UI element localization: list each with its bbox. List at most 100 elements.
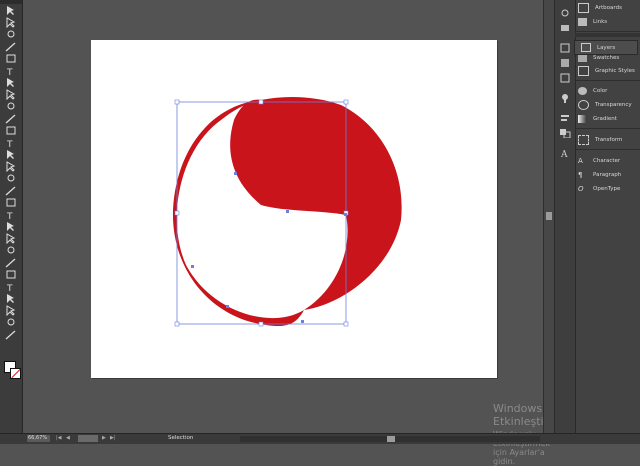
panel-paragraph[interactable]: ¶ Paragraph: [578, 169, 621, 181]
dock-type-icon[interactable]: A: [559, 143, 571, 160]
panel-character-label: Character: [593, 158, 621, 164]
paragraph-icon: ¶: [578, 171, 583, 179]
eraser-tool-icon[interactable]: T: [4, 137, 18, 148]
rotate-tool-icon[interactable]: [4, 149, 18, 160]
panel-opentype[interactable]: O OpenType: [578, 183, 620, 195]
panels-header-bar[interactable]: [575, 33, 640, 37]
dock-pathfinder-icon[interactable]: [559, 123, 571, 139]
layers-icon: [581, 43, 591, 52]
dock-links-icon[interactable]: [559, 18, 571, 31]
blob-brush-tool-icon[interactable]: [4, 125, 18, 136]
mesh-tool-icon[interactable]: [4, 221, 18, 232]
artboard-number-field[interactable]: [78, 435, 98, 442]
svg-text:T: T: [6, 140, 13, 148]
panel-color[interactable]: Color: [578, 85, 607, 97]
horizontal-scrollbar[interactable]: [240, 436, 540, 442]
prev-artboard-icon[interactable]: ◀: [66, 435, 70, 442]
gradient-tool-icon[interactable]: [4, 233, 18, 244]
svg-text:T: T: [6, 68, 13, 76]
panel-graphic-styles-label: Graphic Styles: [595, 68, 635, 74]
tools-panel: T T T T: [0, 0, 23, 433]
tools-panel-grip[interactable]: [0, 0, 22, 4]
layers-panel-tab[interactable]: Layers: [574, 40, 638, 55]
panel-transparency[interactable]: Transparency: [578, 99, 632, 111]
pencil-tool-icon[interactable]: [4, 113, 18, 124]
vertical-scrollbar[interactable]: [543, 0, 554, 433]
rectangle-tool-icon[interactable]: [4, 89, 18, 100]
panel-character[interactable]: A Character: [578, 155, 620, 167]
lasso-tool-icon[interactable]: [4, 41, 18, 52]
panels-column: Artboards Links Swatches Graphic Styles …: [575, 0, 640, 443]
line-tool-icon[interactable]: [4, 77, 18, 88]
layers-panel-label: Layers: [597, 44, 616, 51]
dock-artboards-icon[interactable]: [559, 3, 571, 17]
panel-opentype-label: OpenType: [593, 186, 621, 192]
magic-wand-tool-icon[interactable]: [4, 29, 18, 40]
svg-text:T: T: [6, 284, 13, 292]
panel-links[interactable]: Links: [578, 16, 607, 28]
panel-icon-dock: A: [554, 0, 575, 443]
panel-gradient-label: Gradient: [593, 116, 617, 122]
current-tool-status[interactable]: Selection: [168, 435, 193, 442]
panel-transparency-label: Transparency: [595, 102, 632, 108]
svg-text:T: T: [6, 212, 13, 220]
type-tool-icon[interactable]: T: [4, 65, 18, 76]
free-transform-tool-icon[interactable]: [4, 185, 18, 196]
links-icon: [578, 18, 587, 26]
opentype-icon: O: [578, 185, 584, 193]
eyedropper-tool-icon[interactable]: [4, 245, 18, 256]
panel-gradient[interactable]: Gradient: [578, 113, 617, 125]
dock-brushes-icon[interactable]: [559, 38, 571, 53]
dock-club-icon[interactable]: [559, 88, 571, 103]
blend-tool-icon[interactable]: [4, 257, 18, 268]
perspective-grid-tool-icon[interactable]: T: [4, 209, 18, 220]
transparency-icon: [578, 100, 589, 110]
panel-artboards[interactable]: Artboards: [578, 2, 622, 14]
width-tool-icon[interactable]: [4, 173, 18, 184]
first-artboard-icon[interactable]: |◀: [56, 435, 62, 442]
dock-symbols-icon[interactable]: [559, 68, 571, 83]
graphic-styles-icon: [578, 66, 589, 76]
transform-icon: [578, 135, 589, 145]
artboards-icon: [578, 3, 589, 13]
zoom-tool-icon[interactable]: [4, 329, 18, 340]
shape-builder-tool-icon[interactable]: [4, 197, 18, 208]
canvas-workspace[interactable]: Windows'u Etkinleştir Windows'u etkinleş…: [23, 0, 552, 466]
next-artboard-icon[interactable]: ▶: [102, 435, 106, 442]
character-icon: A: [578, 157, 583, 165]
dock-swatches-icon[interactable]: [559, 53, 571, 67]
selection-tool-icon[interactable]: [4, 5, 18, 16]
artboard[interactable]: [91, 40, 497, 378]
color-icon: [578, 87, 587, 95]
panel-links-label: Links: [593, 19, 608, 25]
panel-transform[interactable]: Transform: [578, 134, 622, 146]
red-yin-shape[interactable]: [230, 97, 402, 310]
slice-tool-icon[interactable]: [4, 305, 18, 316]
panel-artboards-label: Artboards: [595, 5, 622, 11]
horizontal-scroll-thumb[interactable]: [387, 436, 395, 442]
gradient-icon: [578, 115, 587, 123]
symbol-sprayer-tool-icon[interactable]: [4, 269, 18, 280]
dock-align-icon[interactable]: [559, 108, 571, 121]
zoom-level-field[interactable]: 66,67%: [27, 435, 50, 442]
svg-text:A: A: [560, 150, 568, 158]
artwork[interactable]: [91, 40, 497, 378]
scale-tool-icon[interactable]: [4, 161, 18, 172]
panel-swatches-label: Swatches: [593, 55, 620, 61]
direct-selection-tool-icon[interactable]: [4, 17, 18, 28]
stroke-swatch[interactable]: [10, 368, 21, 379]
fill-stroke-swatches[interactable]: [4, 361, 21, 379]
column-graph-tool-icon[interactable]: T: [4, 281, 18, 292]
swatches-icon: [578, 54, 587, 62]
last-artboard-icon[interactable]: ▶|: [110, 435, 116, 442]
panel-paragraph-label: Paragraph: [593, 172, 622, 178]
artboard-tool-icon[interactable]: [4, 293, 18, 304]
panel-transform-label: Transform: [595, 137, 623, 143]
paintbrush-tool-icon[interactable]: [4, 101, 18, 112]
status-bar: 66,67% |◀ ◀ ▶ ▶| Selection: [0, 433, 640, 444]
hand-tool-icon[interactable]: [4, 317, 18, 328]
pen-tool-icon[interactable]: [4, 53, 18, 64]
panel-graphic-styles[interactable]: Graphic Styles: [578, 65, 635, 77]
vertical-scroll-thumb[interactable]: [546, 212, 552, 220]
panel-color-label: Color: [593, 88, 608, 94]
